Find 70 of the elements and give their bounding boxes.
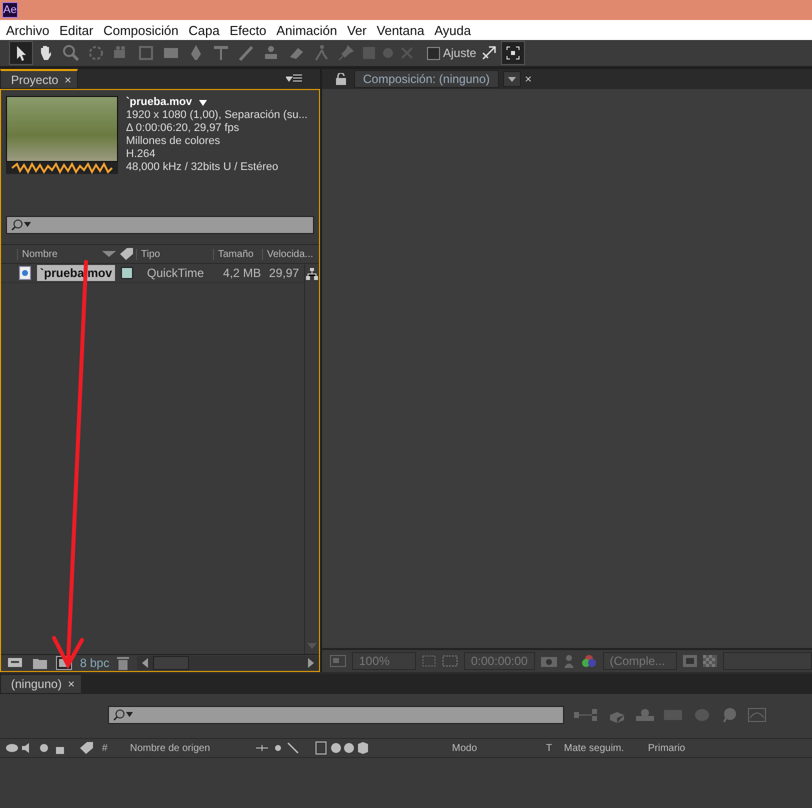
grid-icon[interactable] <box>422 655 436 667</box>
column-header: T <box>546 742 554 754</box>
column-header: # <box>102 742 109 754</box>
project-tab[interactable]: Proyecto × <box>0 69 78 89</box>
transparency-grid-icon[interactable] <box>442 655 458 667</box>
lock-icon[interactable] <box>336 73 346 85</box>
file-detail: 1920 x 1080 (1,00), Separación (su... <box>126 109 308 122</box>
timeline-tab[interactable]: (ninguno) × <box>0 674 82 694</box>
flowchart-icon[interactable] <box>306 268 318 280</box>
horizontal-scrollbar[interactable] <box>137 656 319 670</box>
close-icon[interactable]: × <box>68 677 75 691</box>
dropdown-arrow-icon[interactable] <box>198 98 208 106</box>
composition-tab[interactable]: Composición: (ninguno) <box>354 70 499 88</box>
table-cell-text: QuickTime <box>147 266 205 280</box>
search-icon <box>113 709 135 721</box>
panel-menu-icon[interactable] <box>286 74 302 84</box>
file-detail: Millones de colores <box>126 135 222 148</box>
file-detail: Δ 0:00:06:20, 29,97 fps <box>126 122 240 135</box>
composition-flowchart-icon[interactable] <box>574 708 598 722</box>
file-detail: H.264 <box>126 148 156 161</box>
column-header[interactable]: Velocida... <box>262 248 314 260</box>
menu-item[interactable]: Ventana <box>376 22 424 38</box>
file-name: `prueba.mov <box>126 96 192 109</box>
menu-item[interactable]: Ver <box>347 22 367 38</box>
close-icon[interactable]: × <box>64 72 72 86</box>
menu-item[interactable]: Composición <box>103 22 178 38</box>
sort-arrow-icon[interactable] <box>102 250 116 258</box>
column-header[interactable]: Nombre <box>17 248 102 260</box>
scroll-down-icon[interactable] <box>307 642 317 650</box>
column-header: Nombre de origen <box>130 742 212 754</box>
app-logo: Ae <box>2 2 18 18</box>
label-color-swatch[interactable] <box>121 267 134 279</box>
close-icon[interactable]: × <box>524 72 532 86</box>
graph-editor-icon[interactable] <box>748 708 766 722</box>
menu-item[interactable]: Editar <box>59 22 94 38</box>
menu-item[interactable]: Animación <box>276 22 338 38</box>
column-header: Primario <box>648 742 686 754</box>
snap-label: Ajuste <box>443 46 476 60</box>
tag-icon[interactable] <box>78 741 94 755</box>
trash-icon[interactable] <box>117 656 130 670</box>
menu-item[interactable]: Efecto <box>230 22 266 38</box>
circle-icon[interactable] <box>381 46 395 60</box>
layer-switches-icons[interactable] <box>256 741 368 755</box>
search-field[interactable] <box>108 706 564 724</box>
menu-item[interactable]: Archivo <box>6 22 50 38</box>
table-cell-text: 4,2 MB <box>223 266 262 280</box>
selection-tool-icon[interactable] <box>10 42 32 64</box>
camera-icon[interactable] <box>540 655 557 667</box>
checkerboard-icon[interactable] <box>702 655 717 667</box>
scroll-right-icon[interactable] <box>307 658 315 668</box>
folder-icon[interactable] <box>32 656 48 670</box>
file-icon <box>19 266 31 280</box>
column-header[interactable]: Tamaño <box>213 248 262 260</box>
color-depth-label[interactable]: 8 bpc <box>80 656 110 670</box>
column-header: Modo <box>452 742 478 754</box>
vertical-scrollbar[interactable] <box>304 264 319 654</box>
search-icon <box>11 219 33 231</box>
column-header[interactable]: Tipo <box>136 248 213 260</box>
column-header: Mate seguim. <box>564 742 626 754</box>
focus-frame-icon[interactable] <box>502 42 524 64</box>
tag-icon[interactable] <box>118 247 134 261</box>
snap-checkbox[interactable] <box>427 46 440 60</box>
color-channels-icon[interactable] <box>580 654 597 668</box>
file-detail: 48,000 kHz / 32bits U / Estéreo <box>126 161 280 174</box>
search-field[interactable] <box>6 216 314 234</box>
menu-item[interactable]: Ayuda <box>434 22 471 38</box>
menu-item[interactable]: Capa <box>188 22 220 38</box>
scroll-left-icon[interactable] <box>141 658 150 668</box>
person-icon[interactable] <box>562 654 575 668</box>
table-cell: 29,97 <box>269 266 300 280</box>
